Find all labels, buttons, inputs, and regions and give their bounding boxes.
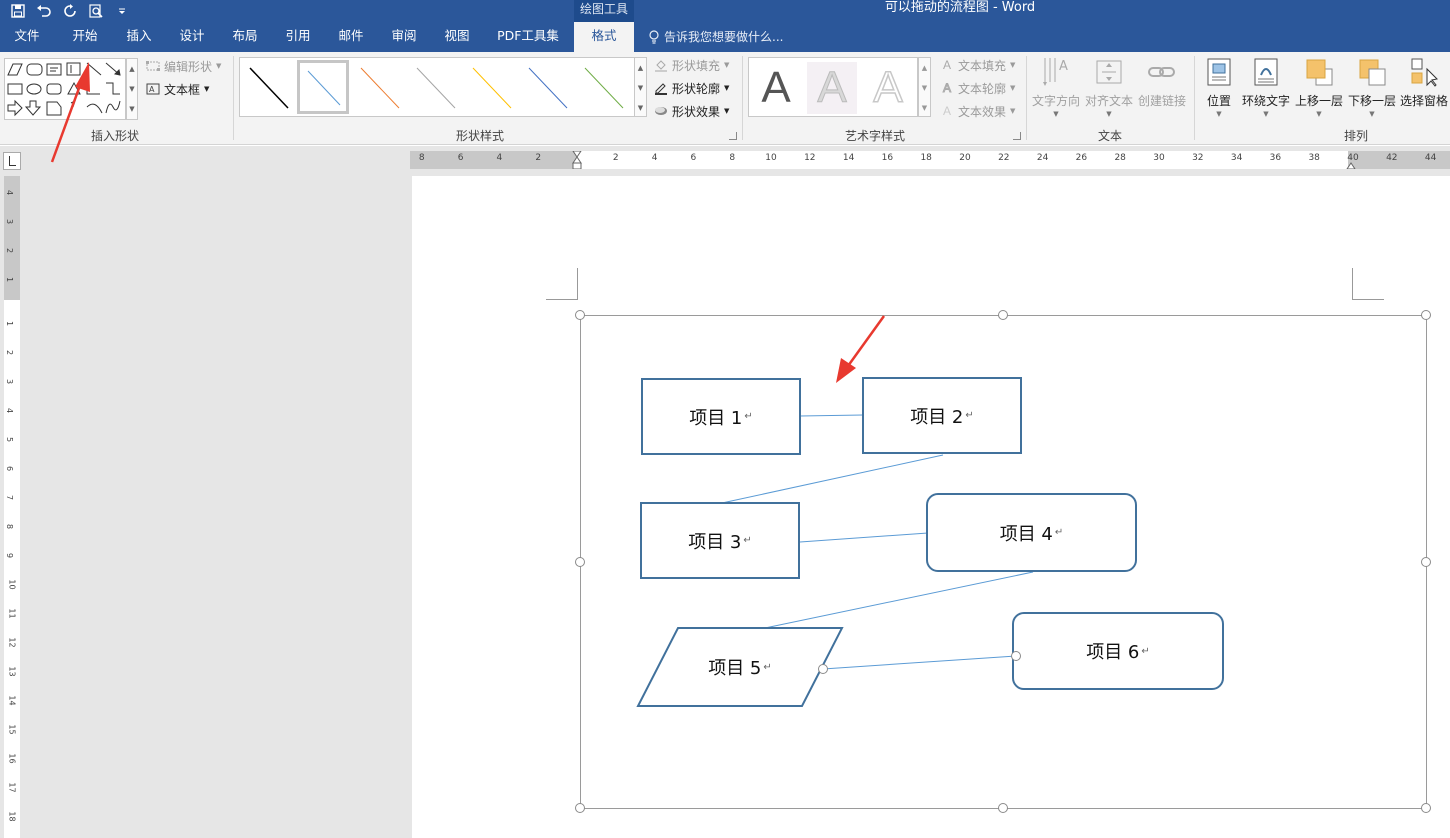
red-arrow-icon — [836, 315, 886, 383]
annotation-arrows — [50, 62, 886, 383]
red-arrow-icon — [50, 62, 90, 163]
